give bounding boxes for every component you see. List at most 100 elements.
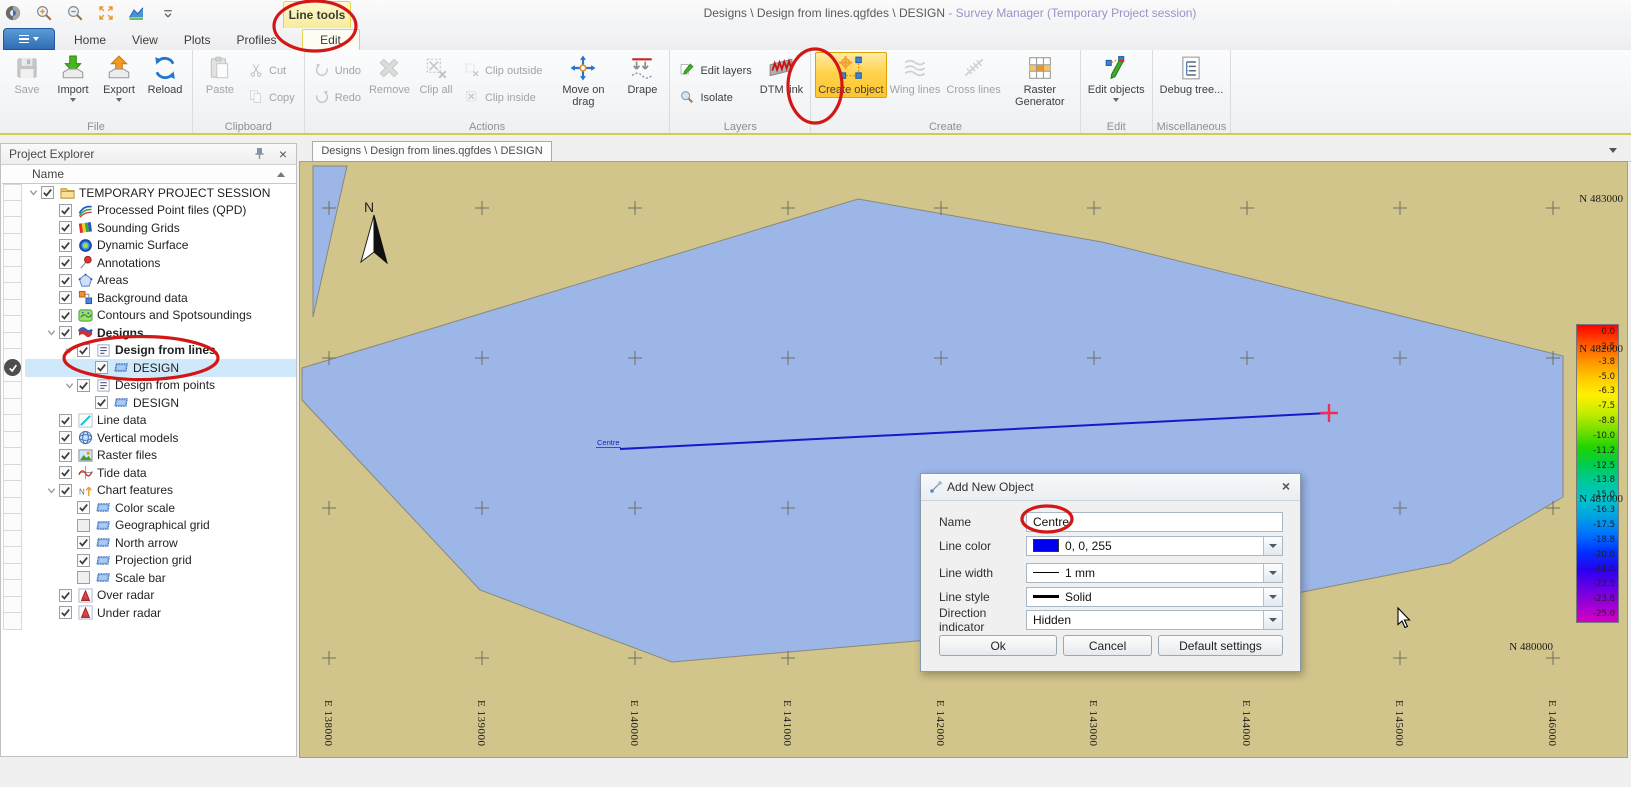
application-menu-button[interactable] (3, 28, 55, 50)
tree-item-temporary-project-session[interactable]: TEMPORARY PROJECT SESSION (25, 184, 296, 202)
caret-expanded-icon[interactable] (44, 328, 59, 337)
tree-item-background-data[interactable]: Background data (25, 289, 296, 307)
reload-button[interactable]: Reload (142, 52, 188, 98)
tree-item-line-data[interactable]: Line data (25, 412, 296, 430)
redo-button[interactable]: Redo (309, 87, 366, 109)
clip-inside-button[interactable]: Clip inside (459, 87, 547, 109)
line-style-combo[interactable]: Solid (1026, 587, 1283, 607)
close-icon[interactable]: × (279, 146, 287, 162)
checkbox-checked[interactable] (59, 309, 72, 322)
tree-item-design[interactable]: DESIGN (25, 394, 296, 412)
tree-item-processed-point-files-qpd-[interactable]: Processed Point files (QPD) (25, 202, 296, 220)
zoom-in-button[interactable] (33, 3, 55, 25)
raster-generator-button[interactable]: Raster Generator (1004, 52, 1076, 110)
tree-item-raster-files[interactable]: Raster files (25, 447, 296, 465)
checkbox-checked[interactable] (59, 466, 72, 479)
checkbox-checked[interactable] (77, 501, 90, 514)
line-width-combo[interactable]: 1 mm (1026, 563, 1283, 583)
tab-list-dropdown-icon[interactable] (1609, 148, 1617, 153)
caret-expanded-icon[interactable] (26, 188, 41, 197)
tree-item-design-from-lines[interactable]: Design from lines (25, 342, 296, 360)
tree-item-sounding-grids[interactable]: Sounding Grids (25, 219, 296, 237)
tree-item-chart-features[interactable]: NChart features (25, 482, 296, 500)
name-input[interactable]: Centre (1026, 512, 1283, 532)
tree-item-color-scale[interactable]: Color scale (25, 499, 296, 517)
tree-item-under-radar[interactable]: Under radar (25, 604, 296, 622)
chevron-down-icon[interactable] (1263, 537, 1282, 555)
profile-view-button[interactable] (126, 3, 148, 25)
tree-item-vertical-models[interactable]: Vertical models (25, 429, 296, 447)
chevron-down-icon[interactable] (1263, 611, 1282, 629)
save-button[interactable]: Save (4, 52, 50, 98)
tree-item-geographical-grid[interactable]: Geographical grid (25, 517, 296, 535)
checkbox-checked[interactable] (95, 361, 108, 374)
checkbox-checked[interactable] (95, 396, 108, 409)
remove-button[interactable]: Remove (366, 52, 413, 98)
move-on-drag-button[interactable]: Move on drag (547, 52, 619, 110)
paste-button[interactable]: Paste (197, 52, 243, 98)
document-tab[interactable]: Designs \ Design from lines.qgfdes \ DES… (312, 141, 552, 162)
create-object-button[interactable]: Create object (815, 52, 886, 98)
tree-item-areas[interactable]: Areas (25, 272, 296, 290)
tree-item-contours-and-spotsoundings[interactable]: Contours and Spotsoundings (25, 307, 296, 325)
caret-expanded-icon[interactable] (44, 486, 59, 495)
checkbox-checked[interactable] (59, 221, 72, 234)
dialog-close-icon[interactable]: × (1282, 478, 1290, 494)
tree-item-design[interactable]: DESIGN (25, 359, 296, 377)
cut-button[interactable]: Cut (243, 60, 300, 82)
chevron-down-icon[interactable] (1263, 564, 1282, 582)
tree-item-scale-bar[interactable]: Scale bar (25, 569, 296, 587)
default-settings-button[interactable]: Default settings (1158, 635, 1283, 656)
checkbox-checked[interactable] (59, 414, 72, 427)
tab-profiles[interactable]: Profiles (224, 30, 290, 50)
edit-layers-button[interactable]: Edit layers (674, 60, 756, 82)
checkbox-checked[interactable] (59, 606, 72, 619)
tree-item-tide-data[interactable]: Tide data (25, 464, 296, 482)
pin-icon[interactable] (253, 147, 266, 163)
dialog-titlebar[interactable]: Add New Object × (921, 474, 1300, 501)
caret-expanded-icon[interactable] (62, 381, 77, 390)
copy-button[interactable]: Copy (243, 87, 300, 109)
tab-home[interactable]: Home (61, 30, 119, 50)
checkbox-checked[interactable] (77, 379, 90, 392)
checkbox-unchecked[interactable] (77, 519, 90, 532)
tree-item-design-from-points[interactable]: Design from points (25, 377, 296, 395)
direction-indicator-combo[interactable]: Hidden (1026, 610, 1283, 630)
isolate-button[interactable]: Isolate (674, 87, 756, 109)
ok-button[interactable]: Ok (939, 635, 1057, 656)
checkbox-checked[interactable] (59, 204, 72, 217)
checkbox-checked[interactable] (59, 239, 72, 252)
checkbox-checked[interactable] (77, 554, 90, 567)
tree-item-designs[interactable]: Designs (25, 324, 296, 342)
chevron-down-icon[interactable] (1263, 588, 1282, 606)
checkbox-checked[interactable] (59, 326, 72, 339)
qat-more-button[interactable] (157, 3, 179, 25)
tab-edit-active[interactable]: Edit (302, 29, 360, 50)
fit-extents-button[interactable] (95, 3, 117, 25)
checkbox-checked[interactable] (59, 256, 72, 269)
edit-objects-button[interactable]: Edit objects (1085, 52, 1148, 104)
zoom-out-button[interactable] (64, 3, 86, 25)
tree-item-north-arrow[interactable]: North arrow (25, 534, 296, 552)
checkbox-checked[interactable] (59, 431, 72, 444)
checkbox-unchecked[interactable] (77, 571, 90, 584)
clip-outside-button[interactable]: Clip outside (459, 60, 547, 82)
checkbox-checked[interactable] (59, 291, 72, 304)
line-color-combo[interactable]: 0, 0, 255 (1026, 536, 1283, 556)
checkbox-checked[interactable] (41, 186, 54, 199)
debug-tree--button[interactable]: Debug tree... (1157, 52, 1227, 98)
cross-lines-button[interactable]: Cross lines (943, 52, 1003, 98)
tree-item-annotations[interactable]: Annotations (25, 254, 296, 272)
checkbox-checked[interactable] (59, 484, 72, 497)
clip-all-button[interactable]: Clip all (413, 52, 459, 98)
export-button[interactable]: Export (96, 52, 142, 104)
app-logo-button[interactable] (2, 3, 24, 25)
tree-item-over-radar[interactable]: Over radar (25, 587, 296, 605)
caret-expanded-icon[interactable] (62, 346, 77, 355)
checkbox-checked[interactable] (59, 449, 72, 462)
tab-plots[interactable]: Plots (171, 30, 224, 50)
tree-item-dynamic-surface[interactable]: Dynamic Surface (25, 237, 296, 255)
checkbox-checked[interactable] (77, 344, 90, 357)
import-button[interactable]: Import (50, 52, 96, 104)
drape-button[interactable]: Drape (619, 52, 665, 98)
